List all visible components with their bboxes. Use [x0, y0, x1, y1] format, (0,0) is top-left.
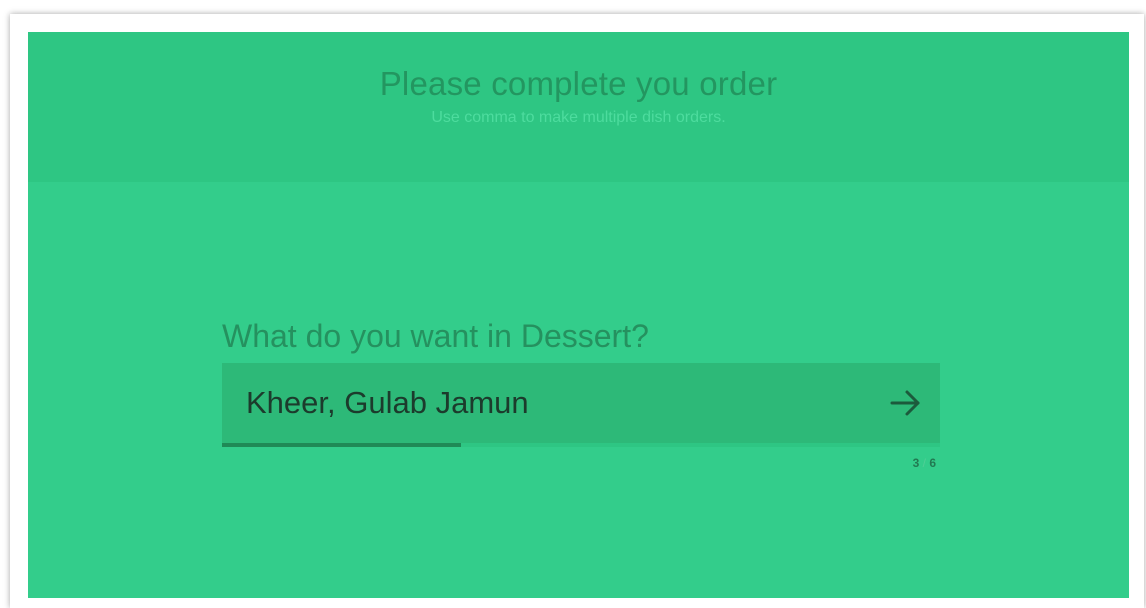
progress-bar [222, 443, 940, 447]
progress-fill [222, 443, 462, 447]
next-button[interactable] [886, 385, 926, 421]
step-separator: / [922, 456, 926, 470]
form-header: Please complete you order Use comma to m… [28, 32, 1129, 182]
dessert-answer-input[interactable] [246, 381, 846, 425]
page-subtitle: Use comma to make multiple dish orders. [431, 109, 726, 126]
order-form: Please complete you order Use comma to m… [28, 32, 1129, 598]
step-current: 3 [912, 456, 920, 470]
arrow-right-icon [890, 390, 920, 416]
step-total: 6 [929, 456, 936, 470]
step-counter: 3 / 6 [848, 456, 936, 470]
answer-box [222, 363, 940, 443]
question-label: What do you want in Dessert? [222, 318, 649, 354]
page-title: Please complete you order [379, 65, 778, 102]
